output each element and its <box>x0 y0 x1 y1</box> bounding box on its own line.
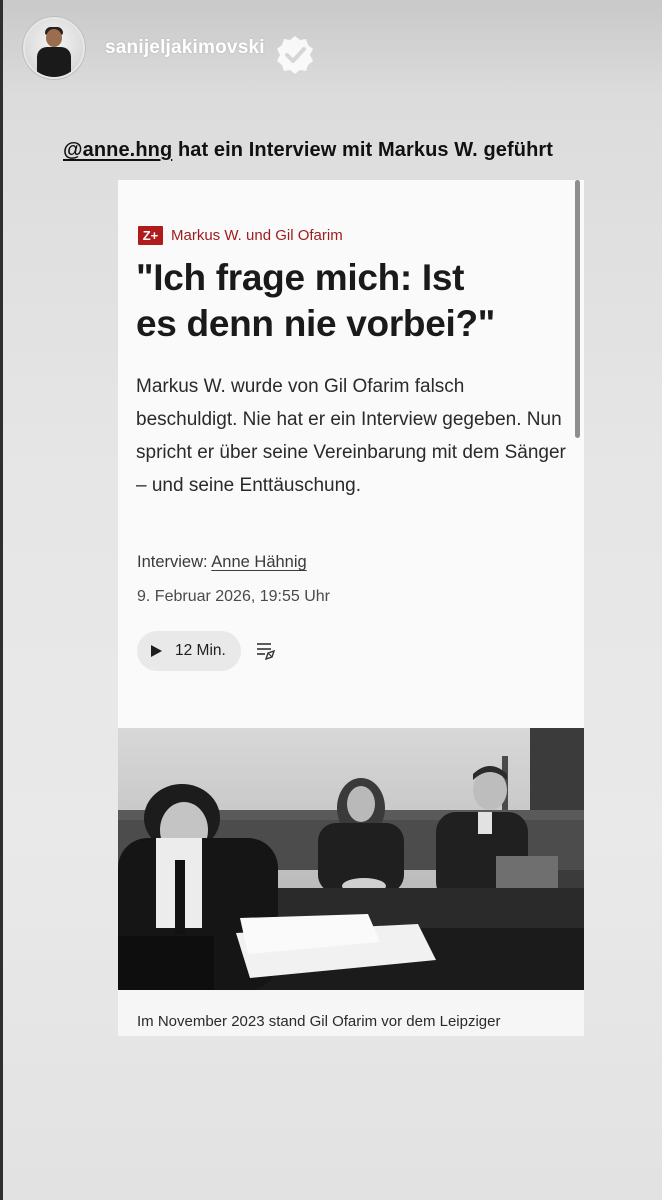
article-kicker: Z+ Markus W. und Gil Ofarim <box>138 226 343 245</box>
audio-duration: 12 Min. <box>175 642 226 659</box>
avatar-face <box>46 29 62 47</box>
article-date: 9. Februar 2026, 19:55 Uhr <box>137 588 331 605</box>
kicker-text: Markus W. und Gil Ofarim <box>171 227 343 244</box>
avatar[interactable] <box>23 17 85 79</box>
headline-line-2: es denn nie vorbei?" <box>136 303 496 344</box>
story-header: sanijeljakimovski <box>23 16 317 80</box>
photo-caption: Im November 2023 stand Gil Ofarim vor de… <box>137 1013 501 1030</box>
verified-badge-icon <box>276 36 313 74</box>
avatar-shirt <box>37 47 71 77</box>
reading-list-icon[interactable] <box>255 640 277 662</box>
caption-text: hat ein Interview mit Markus W. geführt <box>172 139 554 161</box>
article-byline: Interview: Anne Hähnig <box>137 553 307 572</box>
author-link[interactable]: Anne Hähnig <box>211 553 306 571</box>
article-headline: "Ich frage mich: Ist es denn nie vorbei?… <box>136 255 566 347</box>
article-photo <box>118 728 584 990</box>
username[interactable]: sanijeljakimovski <box>105 37 265 59</box>
headline-line-1: "Ich frage mich: Ist <box>136 257 465 298</box>
audio-play-button[interactable]: 12 Min. <box>137 631 241 671</box>
story-caption: @anne.hng hat ein Interview mit Markus W… <box>63 139 553 162</box>
byline-prefix: Interview: <box>137 553 212 571</box>
instagram-story: sanijeljakimovski @anne.hng hat ein Inte… <box>0 0 662 1200</box>
scrollbar[interactable] <box>575 180 580 438</box>
zplus-badge: Z+ <box>138 226 163 245</box>
play-icon <box>151 645 162 657</box>
article-teaser: Markus W. wurde von Gil Ofarim falsch be… <box>136 376 566 496</box>
mention-link[interactable]: @anne.hng <box>63 139 172 161</box>
